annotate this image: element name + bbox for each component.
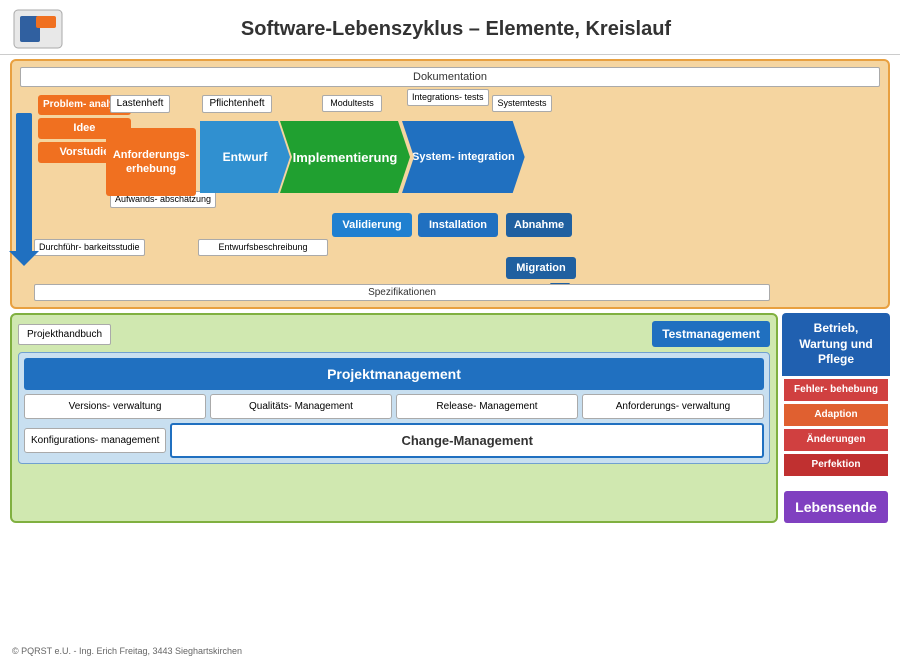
- footer-text: © PQRST e.U. - Ing. Erich Freitag, 3443 …: [12, 646, 242, 656]
- abnahme-box: Abnahme: [506, 213, 572, 237]
- integrationstests-label: Integrations- tests: [407, 89, 489, 106]
- konfigurationsmanagement-box: Konfigurations- management: [24, 428, 166, 453]
- projekthandbuch-box: Projekthandbuch: [18, 324, 111, 345]
- spezifikationen-label: Spezifikationen: [34, 284, 770, 301]
- blue-arrow-bar: [16, 113, 32, 253]
- logo-icon: [12, 8, 64, 50]
- testmanagement-box: Testmanagement: [652, 321, 770, 347]
- fehler-behebung-box: Fehler- behebung: [784, 379, 888, 401]
- diagram-wrap: Dokumentation Problem- analyse Idee Vors…: [10, 59, 890, 523]
- changemanagement-box: Change-Management: [170, 423, 764, 458]
- modultests-label: Modultests: [322, 95, 382, 112]
- anforderungserhebung-area: Anforderungs- erhebung: [105, 126, 197, 198]
- top-row: Projekthandbuch Testmanagement: [18, 321, 770, 347]
- perfektion-box: Perfektion: [784, 454, 888, 476]
- implementierung-box: Implementierung: [280, 121, 410, 193]
- pflichtenheft-label: Pflichtenheft: [202, 95, 272, 113]
- lower-items-row: Versions- verwaltung Qualitäts- Manageme…: [24, 394, 764, 419]
- lastenheft-label: Lastenheft: [110, 95, 170, 113]
- installation-box: Installation: [418, 213, 498, 237]
- lifecycle-section: Dokumentation Problem- analyse Idee Vors…: [10, 59, 890, 309]
- modultests-area: Modultests: [322, 95, 382, 112]
- systemintegration-box: System- integration: [402, 121, 525, 193]
- installation-area: Installation: [418, 213, 498, 237]
- durchfuehr-label: Durchführ- barkeitsstudie: [34, 239, 145, 256]
- implementierung-area: Implementierung: [280, 121, 410, 193]
- pflichtenheft-area: Pflichtenheft: [202, 95, 272, 113]
- integrationstests-area: Integrations- tests: [407, 89, 489, 106]
- aenderungen-box: Änderungen: [784, 429, 888, 451]
- change-row: Konfigurations- management Change-Manage…: [24, 423, 764, 458]
- diagram: Dokumentation Problem- analyse Idee Vors…: [0, 55, 900, 523]
- lastenheft-area: Lastenheft: [110, 95, 170, 113]
- dokumentation-bar: Dokumentation: [20, 67, 880, 91]
- anforderungserhebung-box: Anforderungs- erhebung: [106, 128, 196, 196]
- lebensende-box: Lebensende: [784, 491, 888, 523]
- validierung-box: Validierung: [332, 213, 412, 237]
- spezifikationen-area: Spezifikationen: [34, 282, 770, 301]
- validierung-area: Validierung: [332, 213, 412, 237]
- blue-arrow-tip: [9, 251, 39, 266]
- versionsverwaltung-box: Versions- verwaltung: [24, 394, 206, 419]
- entwurfsbeschreibung-label: Entwurfsbeschreibung: [198, 239, 328, 256]
- migration-box: Migration: [506, 257, 576, 279]
- durchfuehr-area: Durchführ- barkeitsstudie: [34, 239, 145, 256]
- header: Software-Lebenszyklus – Elemente, Kreisl…: [0, 0, 900, 55]
- footer: © PQRST e.U. - Ing. Erich Freitag, 3443 …: [12, 646, 242, 656]
- adaption-box: Adaption: [784, 404, 888, 426]
- systemtests-label: Systemtests: [492, 95, 552, 112]
- abnahme-area: Abnahme: [506, 213, 572, 237]
- dokumentation-label: Dokumentation: [20, 67, 880, 87]
- entwurf-area: Entwurf: [200, 121, 290, 193]
- qualitaetsmanagement-box: Qualitäts- Management: [210, 394, 392, 419]
- betrieb-header: Betrieb, Wartung und Pflege: [782, 313, 890, 376]
- page: Software-Lebenszyklus – Elemente, Kreisl…: [0, 0, 900, 660]
- releasemanagement-box: Release- Management: [396, 394, 578, 419]
- bottom-section: Projekthandbuch Testmanagement Projektma…: [10, 313, 890, 523]
- anforderungsverwaltung-box: Anforderungs- verwaltung: [582, 394, 764, 419]
- green-section: Projekthandbuch Testmanagement Projektma…: [10, 313, 778, 523]
- migration-area: Migration: [506, 257, 576, 279]
- betrieb-section: Betrieb, Wartung und Pflege Fehler- behe…: [782, 313, 890, 523]
- page-title: Software-Lebenszyklus – Elemente, Kreisl…: [76, 18, 888, 41]
- inner-box: Projektmanagement Versions- verwaltung Q…: [18, 352, 770, 464]
- entwurfsbeschreibung-area: Entwurfsbeschreibung: [198, 239, 328, 256]
- systemtests-area: Systemtests: [492, 95, 552, 112]
- systemintegration-area: System- integration: [402, 121, 525, 193]
- entwurf-box: Entwurf: [200, 121, 290, 193]
- projektmanagement-box: Projektmanagement: [24, 358, 764, 390]
